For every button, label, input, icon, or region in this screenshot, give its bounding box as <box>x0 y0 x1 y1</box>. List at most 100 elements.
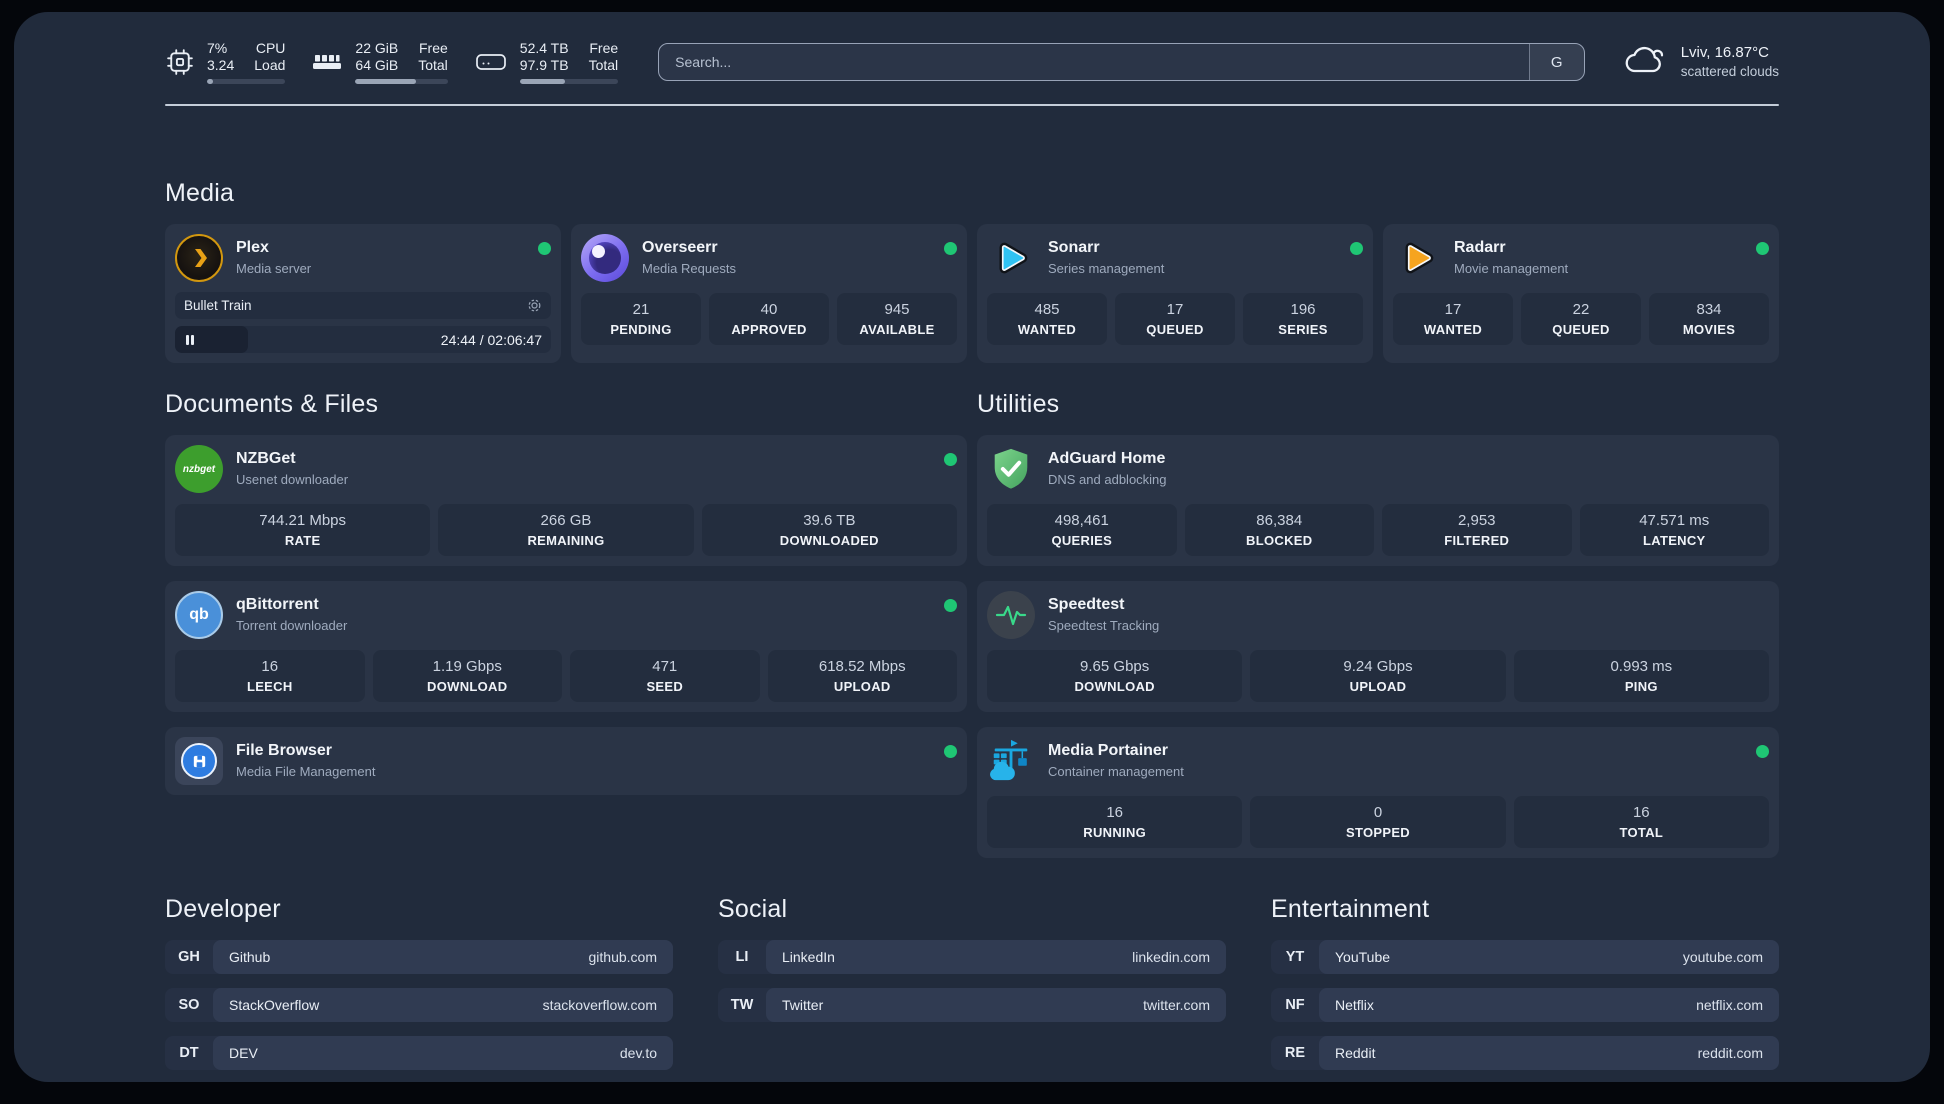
app-desc: Movie management <box>1454 261 1569 276</box>
nzbget-icon: nzbget <box>175 445 223 493</box>
playback-progress: 24:44 / 02:06:47 <box>175 326 551 353</box>
section-title-entertainment: Entertainment <box>1271 895 1430 923</box>
link-tag: LI <box>735 949 749 965</box>
link-dev[interactable]: DT DEV dev.to <box>165 1036 673 1070</box>
app-name: qBittorrent <box>236 596 319 613</box>
app-desc: DNS and adblocking <box>1048 472 1167 487</box>
stat-wanted: 17 WANTED <box>1393 293 1513 345</box>
section-title-social: Social <box>718 895 788 923</box>
search-input[interactable] <box>659 44 1529 80</box>
status-dot <box>538 242 551 255</box>
stat-queued: 17 QUEUED <box>1115 293 1235 345</box>
stat-available: 945 AVAILABLE <box>837 293 957 345</box>
pause-icon <box>184 334 196 346</box>
storage-total-value: 97.9 TB <box>519 57 569 73</box>
link-stackoverflow[interactable]: SO StackOverflow stackoverflow.com <box>165 988 673 1022</box>
link-linkedin[interactable]: LI LinkedIn linkedin.com <box>718 940 1226 974</box>
overseerr-card[interactable]: Overseerr Media Requests 21 PENDING 40 APP… <box>571 224 967 363</box>
cpu-load-label: Load <box>254 57 286 73</box>
filebrowser-icon <box>175 737 223 785</box>
stat-upload: 618.52 Mbps UPLOAD <box>767 650 957 702</box>
cpu-progress-bar <box>207 79 286 84</box>
stat-seed: 471 SEED <box>570 650 760 702</box>
radarr-card[interactable]: Radarr Movie management 17 WANTED 22 QUEUE… <box>1383 224 1779 363</box>
link-tag: YT <box>1285 949 1305 965</box>
app-name: Radarr <box>1454 239 1506 256</box>
app-desc: Series management <box>1048 261 1165 276</box>
link-tag: RE <box>1284 1045 1306 1061</box>
stat-upload: 9.24 Gbps UPLOAD <box>1250 650 1506 702</box>
nzbget-card[interactable]: nzbget NZBGet Usenet downloader 744.21 M… <box>165 435 967 566</box>
stat-series: 196 SERIES <box>1243 293 1363 345</box>
disk-icon <box>474 49 508 75</box>
storage-progress-bar <box>519 79 619 84</box>
link-reddit[interactable]: RE Reddit reddit.com <box>1271 1036 1779 1070</box>
stat-latency: 47.571 ms LATENCY <box>1579 504 1769 556</box>
status-dot <box>944 242 957 255</box>
link-github[interactable]: GH Github github.com <box>165 940 673 974</box>
stat-running: 16 RUNNING <box>987 796 1243 848</box>
storage-free-value: 52.4 TB <box>519 40 569 56</box>
cpu-usage-value: 7% <box>207 40 228 56</box>
now-playing-row: Bullet Train <box>175 292 551 319</box>
link-url: linkedin.com <box>1132 949 1210 965</box>
link-twitter[interactable]: TW Twitter twitter.com <box>718 988 1226 1022</box>
link-name: DEV <box>229 1045 258 1061</box>
now-playing-title: Bullet Train <box>184 298 252 313</box>
app-name: Sonarr <box>1048 239 1100 256</box>
link-url: youtube.com <box>1682 949 1763 965</box>
speedtest-card[interactable]: Speedtest Speedtest Tracking 9.65 Gbps DO… <box>977 581 1779 712</box>
plex-card[interactable]: Plex Media server Bullet Train 24:44 / 0… <box>165 224 561 363</box>
status-dot <box>1756 745 1769 758</box>
status-dot <box>944 599 957 612</box>
now-playing-icon[interactable] <box>527 298 542 313</box>
ram-icon <box>311 50 343 74</box>
app-name: File Browser <box>236 742 333 759</box>
app-desc: Speedtest Tracking <box>1048 618 1160 633</box>
link-netflix[interactable]: NF Netflix netflix.com <box>1271 988 1779 1022</box>
qbittorrent-card[interactable]: qb qBittorrent Torrent downloader 16 LEEC… <box>165 581 967 712</box>
search-engine-button[interactable]: G <box>1528 44 1584 80</box>
portainer-icon <box>987 737 1035 785</box>
sonarr-icon <box>987 234 1035 282</box>
section-title-documents: Documents & Files <box>165 390 379 418</box>
sonarr-card[interactable]: Sonarr Series management 485 WANTED 17 QUE… <box>977 224 1373 363</box>
weather-location: Lviv, 16.87°C <box>1680 44 1769 61</box>
cpu-load-value: 3.24 <box>207 57 235 73</box>
link-youtube[interactable]: YT YouTube youtube.com <box>1271 940 1779 974</box>
stat-queued: 22 QUEUED <box>1521 293 1641 345</box>
stat-blocked: 86,384 BLOCKED <box>1184 504 1374 556</box>
stat-rate: 744.21 Mbps RATE <box>175 504 431 556</box>
storage-free-label: Free <box>589 40 619 56</box>
link-name: Netflix <box>1335 997 1374 1013</box>
storage-stat: 52.4 TB Free 97.9 TB Total <box>474 40 619 84</box>
cpu-usage-label: CPU <box>255 40 286 56</box>
stat-pending: 21 PENDING <box>581 293 701 345</box>
portainer-card[interactable]: Media Portainer Container management 16 R… <box>977 727 1779 858</box>
status-dot <box>944 453 957 466</box>
filebrowser-card[interactable]: File Browser Media File Management <box>165 727 967 795</box>
app-desc: Media Requests <box>642 261 736 276</box>
stat-download: 9.65 Gbps DOWNLOAD <box>987 650 1243 702</box>
cpu-stat: 7% CPU 3.24 Load <box>165 40 286 84</box>
status-dot <box>944 745 957 758</box>
link-tag: TW <box>730 997 754 1013</box>
cpu-icon <box>165 47 195 77</box>
link-name: YouTube <box>1335 949 1391 965</box>
dashboard: 7% CPU 3.24 Load 22 GiB Free 64 GiB Tota… <box>14 12 1930 1082</box>
adguard-card[interactable]: AdGuard Home DNS and adblocking 498,461 Q… <box>977 435 1779 566</box>
memory-free-label: Free <box>419 40 448 56</box>
app-name: Speedtest <box>1048 596 1125 613</box>
stat-queries: 498,461 QUERIES <box>987 504 1177 556</box>
link-url: github.com <box>588 949 657 965</box>
section-title-media: Media <box>165 179 235 207</box>
memory-free-value: 22 GiB <box>355 40 399 56</box>
link-name: LinkedIn <box>782 949 835 965</box>
overseerr-icon <box>581 234 629 282</box>
app-desc: Torrent downloader <box>236 618 348 633</box>
section-title-developer: Developer <box>165 895 281 923</box>
app-name: Media Portainer <box>1048 742 1169 759</box>
app-name: NZBGet <box>236 450 296 467</box>
storage-total-label: Total <box>588 57 619 73</box>
stat-filtered: 2,953 FILTERED <box>1382 504 1572 556</box>
